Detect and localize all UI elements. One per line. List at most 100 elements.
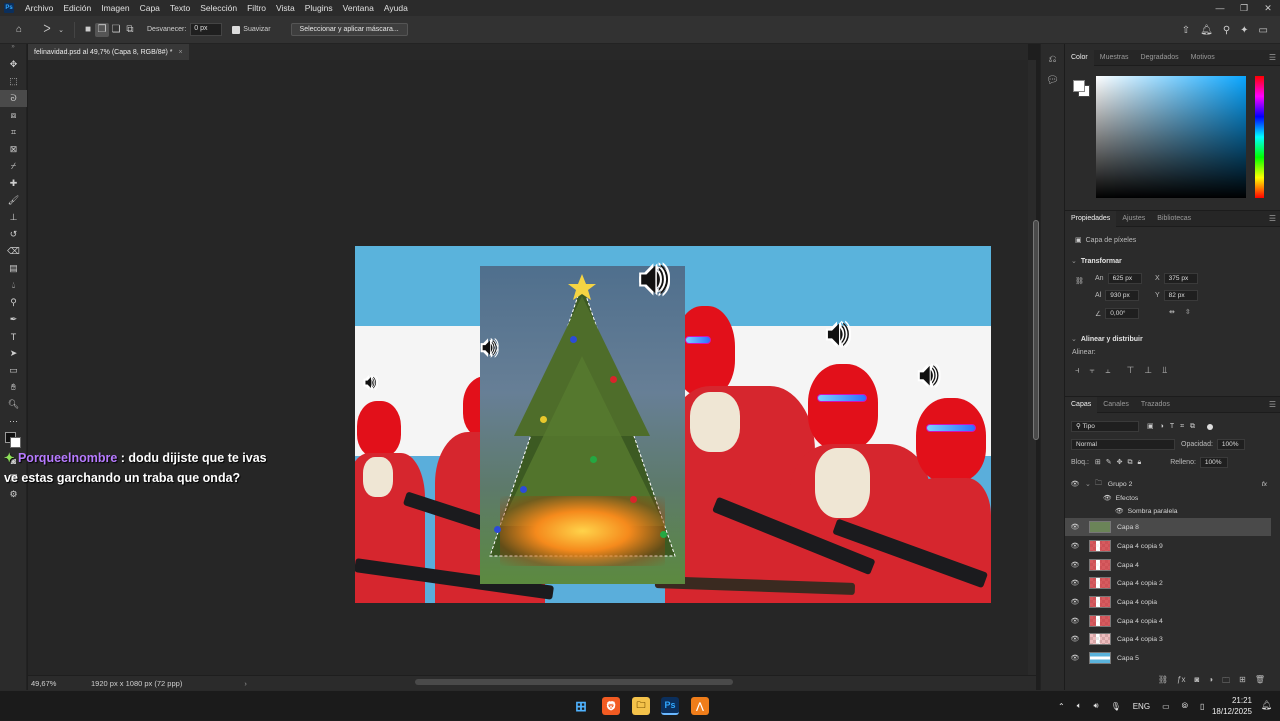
intersect-selection-icon[interactable]: ⧉ [123, 23, 137, 37]
layer-row-capa-4-copia-3[interactable]: 👁︎ Capa 4 copia 3 [1065, 630, 1271, 648]
layer-row-capa-4-copia-2[interactable]: 👁︎ Capa 4 copia 2 [1065, 574, 1271, 592]
align-right-icon[interactable]: ⫠ [1105, 365, 1110, 376]
hue-slider[interactable] [1255, 76, 1264, 198]
comments-panel-icon[interactable]: 💬︎ [1041, 75, 1064, 86]
align-middle-icon[interactable]: ⊥ [1144, 365, 1152, 376]
align-center-h-icon[interactable]: ⫟ [1090, 365, 1095, 376]
pen-tool-icon[interactable]: ✒ [0, 311, 27, 328]
stamp-tool-icon[interactable]: ⊥ [0, 209, 27, 226]
tab-propiedades[interactable]: Propiedades [1065, 210, 1117, 227]
photoshop-taskbar-icon[interactable]: Ps [661, 697, 679, 715]
scroll-thumb[interactable] [1033, 220, 1039, 440]
lasso-tool-preset-icon[interactable]: ᐳ [40, 23, 54, 37]
blur-tool-icon[interactable]: 💧︎ [0, 277, 27, 294]
minimize-button[interactable]: — [1208, 0, 1232, 16]
add-to-selection-icon[interactable]: ❐ [95, 22, 109, 37]
panel-menu-icon[interactable]: ☰ [1269, 53, 1276, 62]
speaker-icon[interactable]: 🔊︎ [1094, 701, 1099, 711]
menu-seleccion[interactable]: Selección [195, 3, 242, 13]
feather-input[interactable]: 0 px [190, 23, 223, 36]
hand-tool-icon[interactable]: ✋︎ [0, 379, 27, 396]
select-and-mask-button[interactable]: Seleccionar y aplicar máscara... [290, 23, 408, 36]
document-tab[interactable]: felinavidad.psd al 49,7% (Capa 8, RGB/8#… [28, 44, 189, 60]
color-picker-field[interactable] [1096, 76, 1246, 198]
menu-vista[interactable]: Vista [271, 3, 300, 13]
filter-icons[interactable]: ▣◑T⌗⧉ [1147, 422, 1201, 431]
fx-icon[interactable]: fx [1262, 481, 1267, 488]
discover-icon[interactable]: ✦ [1240, 25, 1248, 36]
close-window-button[interactable]: ✕ [1256, 0, 1280, 16]
zoom-level[interactable]: 49,67% [31, 679, 91, 688]
lasso-tool-icon[interactable]: ᘐ [0, 90, 27, 107]
workspace-icon[interactable]: ▭ [1259, 25, 1268, 36]
lock-icons[interactable]: ⊞✎✥⧉🔒︎ [1095, 458, 1146, 467]
search-icon[interactable]: ⚲ [1223, 25, 1230, 36]
layer-row-capa-4-copia-4[interactable]: 👁︎ Capa 4 copia 4 [1065, 612, 1271, 630]
menu-archivo[interactable]: Archivo [20, 3, 58, 13]
notifications-icon[interactable]: 🔔︎ [1200, 25, 1213, 36]
move-tool-icon[interactable]: ✥ [0, 56, 27, 73]
layer-row-capa-5[interactable]: 👁︎ Capa 5 [1065, 649, 1271, 667]
tab-degradados[interactable]: Degradados [1135, 50, 1185, 66]
tab-color[interactable]: Color [1065, 49, 1094, 66]
tab-bibliotecas[interactable]: Bibliotecas [1151, 211, 1197, 227]
add-mask-icon[interactable]: ◙ [1194, 675, 1199, 689]
visibility-eye-icon[interactable]: 👁︎ [1103, 494, 1112, 502]
visibility-eye-icon[interactable]: 👁︎ [1065, 617, 1085, 625]
document-canvas[interactable]: 🔊︎ 🔊︎ 🔊︎ 🔊︎ 🔊︎ [355, 246, 991, 603]
layer-filter-select[interactable]: ⚲ Tipo [1071, 421, 1139, 432]
tab-ajustes[interactable]: Ajustes [1116, 211, 1151, 227]
notifications-bell-icon[interactable]: 🔔︎ [1261, 700, 1272, 711]
angle-field[interactable]: 0,00° [1105, 308, 1140, 319]
type-tool-icon[interactable]: T [0, 328, 27, 345]
windows-start-icon[interactable]: ⊞ [572, 697, 590, 715]
layer-row-capa-4[interactable]: 👁︎ Capa 4 [1065, 556, 1271, 574]
blend-mode-select[interactable]: Normal [1071, 439, 1175, 450]
menu-edicion[interactable]: Edición [58, 3, 96, 13]
visibility-eye-icon[interactable]: 👁︎ [1065, 579, 1085, 587]
chevron-right-icon[interactable]: › [244, 679, 247, 688]
visibility-eye-icon[interactable]: 👁︎ [1065, 598, 1085, 606]
link-layers-icon[interactable]: ⛓︎ [1158, 675, 1168, 689]
rectangle-tool-icon[interactable]: ▭ [0, 362, 27, 379]
collapse-icon[interactable]: » [0, 44, 26, 56]
align-header[interactable]: ⌄ Alinear y distribuir [1071, 335, 1143, 344]
subtract-selection-icon[interactable]: ❏ [109, 23, 123, 37]
display-icon[interactable]: ▭ [1162, 702, 1170, 711]
horizontal-scrollbar[interactable] [415, 679, 733, 685]
share-icon[interactable]: ⇧ [1182, 25, 1190, 36]
crop-tool-icon[interactable]: ⌗ [0, 124, 27, 141]
fill-field[interactable]: 100% [1199, 457, 1228, 468]
file-explorer-icon[interactable]: 🗀 [632, 697, 650, 715]
close-tab-icon[interactable]: × [179, 49, 183, 56]
gradient-tool-icon[interactable]: ▤ [0, 260, 27, 277]
tab-canales[interactable]: Canales [1097, 397, 1135, 413]
volume-icon[interactable]: 🔈︎ [1077, 701, 1082, 711]
delete-layer-icon[interactable]: 🗑︎ [1255, 675, 1265, 689]
width-field[interactable]: 625 px [1107, 273, 1142, 284]
healing-brush-icon[interactable]: ✚ [0, 175, 27, 192]
panel-menu-icon[interactable]: ☰ [1269, 400, 1276, 409]
new-layer-icon[interactable]: ⊞ [1239, 675, 1246, 689]
visibility-eye-icon[interactable]: 👁︎ [1065, 480, 1085, 488]
tab-motivos[interactable]: Motivos [1185, 50, 1221, 66]
object-select-tool-icon[interactable]: ⧈ [0, 107, 27, 124]
visibility-eye-icon[interactable]: 👁︎ [1065, 542, 1085, 550]
antialias-checkbox[interactable]: Suavizar [232, 25, 271, 34]
menu-ventana[interactable]: Ventana [338, 3, 379, 13]
history-brush-icon[interactable]: ↺ [0, 226, 27, 243]
visibility-eye-icon[interactable]: 👁︎ [1065, 561, 1085, 569]
visibility-eye-icon[interactable]: 👁︎ [1115, 507, 1124, 515]
tab-trazados[interactable]: Trazados [1135, 397, 1176, 413]
menu-ayuda[interactable]: Ayuda [379, 3, 413, 13]
more-tools-icon[interactable]: ⋯ [0, 413, 27, 430]
restore-button[interactable]: ❐ [1232, 0, 1256, 16]
tab-muestras[interactable]: Muestras [1094, 50, 1135, 66]
filter-toggle-icon[interactable] [1207, 423, 1214, 430]
flip-vertical-icon[interactable]: ⇳ [1185, 308, 1191, 316]
adjustment-layer-icon[interactable]: ◑ [1208, 675, 1213, 689]
tab-capas[interactable]: Capas [1065, 396, 1098, 413]
visibility-eye-icon[interactable]: 👁︎ [1065, 635, 1085, 643]
align-top-icon[interactable]: ⊤ [1126, 365, 1134, 376]
layer-row-capa-8[interactable]: 👁︎ Capa 8 [1065, 518, 1271, 536]
